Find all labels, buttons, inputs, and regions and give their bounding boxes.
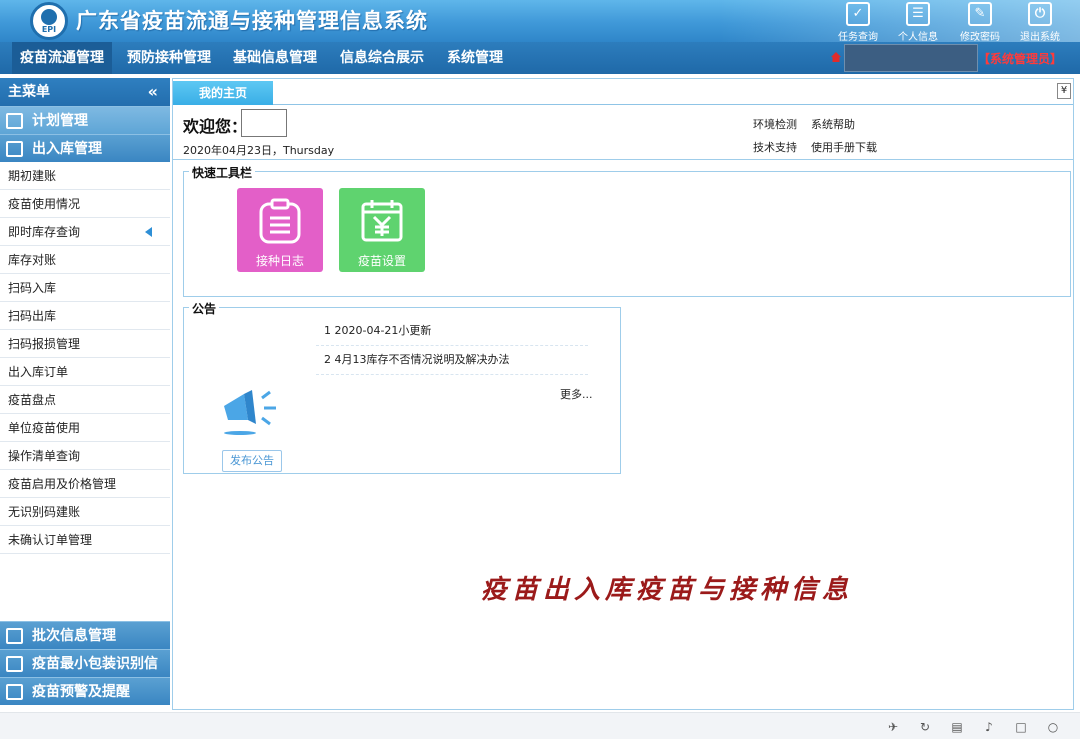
speaker-icon[interactable]: ♪ <box>982 720 996 734</box>
nav-basic-info[interactable]: 基础信息管理 <box>233 42 317 74</box>
sidebar-item[interactable]: 单位疫苗使用 <box>0 414 170 442</box>
sidebar-section-inout[interactable]: 出入库管理 <box>0 134 170 162</box>
notice-more-link[interactable]: 更多... <box>560 386 593 402</box>
selected-arrow-icon <box>145 227 152 237</box>
sidebar-item-selected[interactable]: 即时库存查询 <box>0 218 170 246</box>
user-name-redacted <box>241 109 287 137</box>
nav-info-display[interactable]: 信息综合展示 <box>340 42 424 74</box>
sidebar-item[interactable]: 扫码出库 <box>0 302 170 330</box>
nav-vaccine-circulation[interactable]: 疫苗流通管理 <box>12 42 112 74</box>
sidebar-item-label: 即时库存查询 <box>8 225 81 239</box>
sidebar-item[interactable]: 出入库订单 <box>0 358 170 386</box>
change-password-label: 修改密码 <box>960 32 1000 42</box>
sidebar-item[interactable]: 未确认订单管理 <box>0 526 170 554</box>
trash-icon[interactable]: ▤ <box>950 720 964 734</box>
app-header: EPI 广东省疫苗流通与接种管理信息系统 ✓ 任务查询 ☰ 个人信息 ✎ 修改密… <box>0 0 1080 42</box>
sidebar-section-label: 疫苗预警及提醒 <box>32 684 130 700</box>
manual-download-link[interactable]: 使用手册下载 <box>811 139 877 155</box>
quick-toolbar: 快速工具栏 接种日志 疫苗设置 <box>183 164 1071 297</box>
pie-chart-icon <box>6 684 23 700</box>
task-query-label: 任务查询 <box>838 32 878 42</box>
user-card-icon: ☰ <box>906 2 930 26</box>
sidebar-item[interactable]: 扫码报损管理 <box>0 330 170 358</box>
system-help-link[interactable]: 系统帮助 <box>811 116 855 132</box>
sidebar-item[interactable]: 扫码入库 <box>0 274 170 302</box>
sidebar-item[interactable]: 疫苗使用情况 <box>0 190 170 218</box>
notice-panel: 公告 1 2020-04-21小更新 2 4月13库存不否情况说明及解决办法 更… <box>183 300 621 474</box>
divider <box>173 159 1073 160</box>
barcode-icon <box>6 656 23 672</box>
megaphone-icon <box>224 390 276 435</box>
task-check-icon: ✓ <box>846 2 870 26</box>
vaccine-settings-label: 疫苗设置 <box>357 254 406 268</box>
home-icon[interactable] <box>830 51 842 63</box>
sidebar-title-label: 主菜单 <box>8 84 50 100</box>
search-icon[interactable]: ○ <box>1046 720 1060 734</box>
sidebar-item[interactable]: 疫苗盘点 <box>0 386 170 414</box>
notice-item[interactable]: 2 4月13库存不否情况说明及解决办法 <box>316 347 588 375</box>
sidebar-section-label: 计划管理 <box>32 113 88 129</box>
sidebar: 主菜单 « 计划管理 出入库管理 期初建账 疫苗使用情况 即时库存查询 库存对账… <box>0 78 170 708</box>
sidebar-item[interactable]: 疫苗启用及价格管理 <box>0 470 170 498</box>
refresh-icon[interactable]: ↻ <box>918 720 932 734</box>
envelope-icon <box>6 628 23 644</box>
window-icon[interactable]: □ <box>1014 720 1028 734</box>
main-frame: 我的主页 ¥ 欢迎您： 2020年04月23日，Thursday 环境检测 系统… <box>172 78 1074 710</box>
tab-bar: 我的主页 ¥ <box>173 79 1073 105</box>
watermark-caption: 疫苗出入库疫苗与接种信息 <box>481 575 854 605</box>
logout-label: 退出系统 <box>1020 32 1060 42</box>
nav-vaccination[interactable]: 预防接种管理 <box>127 42 211 74</box>
personal-info-button[interactable]: ☰ 个人信息 <box>888 0 948 42</box>
sidebar-section-warning[interactable]: 疫苗预警及提醒 <box>0 677 170 705</box>
rocket-icon[interactable]: ✈ <box>886 720 900 734</box>
notice-title: 公告 <box>189 300 220 317</box>
task-query-button[interactable]: ✓ 任务查询 <box>828 0 888 42</box>
sidebar-title: 主菜单 « <box>0 78 170 106</box>
publish-notice-button[interactable]: 发布公告 <box>222 450 282 472</box>
quick-toolbar-title: 快速工具栏 <box>189 164 256 181</box>
bottom-toolbar: ✈ ↻ ▤ ♪ □ ○ <box>0 712 1080 739</box>
vaccine-settings-button[interactable]: 疫苗设置 <box>339 188 425 272</box>
welcome-greeting: 欢迎您： <box>183 117 248 136</box>
change-password-button[interactable]: ✎ 修改密码 <box>950 0 1010 42</box>
tab-my-homepage[interactable]: 我的主页 <box>173 81 273 105</box>
sidebar-item[interactable]: 期初建账 <box>0 162 170 190</box>
tab-dropdown-icon[interactable]: ¥ <box>1057 83 1071 99</box>
sidebar-item[interactable]: 操作清单查询 <box>0 442 170 470</box>
vaccination-log-label: 接种日志 <box>255 254 304 268</box>
current-date: 2020年04月23日，Thursday <box>183 144 335 157</box>
sidebar-item[interactable]: 无识别码建账 <box>0 498 170 526</box>
top-nav: 疫苗流通管理 预防接种管理 基础信息管理 信息综合展示 系统管理 【系统管理员】 <box>0 42 1080 74</box>
sidebar-section-batch[interactable]: 批次信息管理 <box>0 621 170 649</box>
sidebar-section-label: 批次信息管理 <box>32 628 116 644</box>
env-check-label: 环境检测 <box>753 118 797 131</box>
document-icon <box>6 113 23 129</box>
nav-system[interactable]: 系统管理 <box>447 42 503 74</box>
power-icon: ⏻ <box>1028 2 1052 26</box>
vaccination-log-button[interactable]: 接种日志 <box>237 188 323 272</box>
sidebar-item[interactable]: 库存对账 <box>0 246 170 274</box>
system-title: 广东省疫苗流通与接种管理信息系统 <box>76 9 428 33</box>
collapse-sidebar-icon[interactable]: « <box>148 78 158 106</box>
manual-download-link-text[interactable]: 使用手册下载 <box>811 141 877 154</box>
notice-item[interactable]: 1 2020-04-21小更新 <box>316 318 588 346</box>
logo-text: EPI <box>41 25 57 34</box>
system-help-link-text[interactable]: 系统帮助 <box>811 118 855 131</box>
sidebar-section-min-package[interactable]: 疫苗最小包装识别信息 <box>0 649 170 700</box>
edit-password-icon: ✎ <box>968 2 992 26</box>
personal-info-label: 个人信息 <box>898 32 938 42</box>
sidebar-bottom-sections: 批次信息管理 疫苗最小包装识别信息 疫苗预警及提醒 <box>0 621 170 705</box>
calendar-yen-icon <box>361 200 403 242</box>
inout-stock-icon <box>6 141 23 157</box>
username-redacted <box>844 44 978 72</box>
logout-button[interactable]: ⏻ 退出系统 <box>1010 0 1070 42</box>
clipboard-log-icon <box>259 198 301 244</box>
logo-figure-icon <box>41 9 57 25</box>
tech-support-label: 技术支持 <box>753 141 797 154</box>
user-role: 【系统管理员】 <box>977 52 1062 66</box>
sidebar-section-plan[interactable]: 计划管理 <box>0 106 170 134</box>
epi-logo: EPI <box>30 2 68 40</box>
sidebar-section-label: 出入库管理 <box>32 141 102 157</box>
